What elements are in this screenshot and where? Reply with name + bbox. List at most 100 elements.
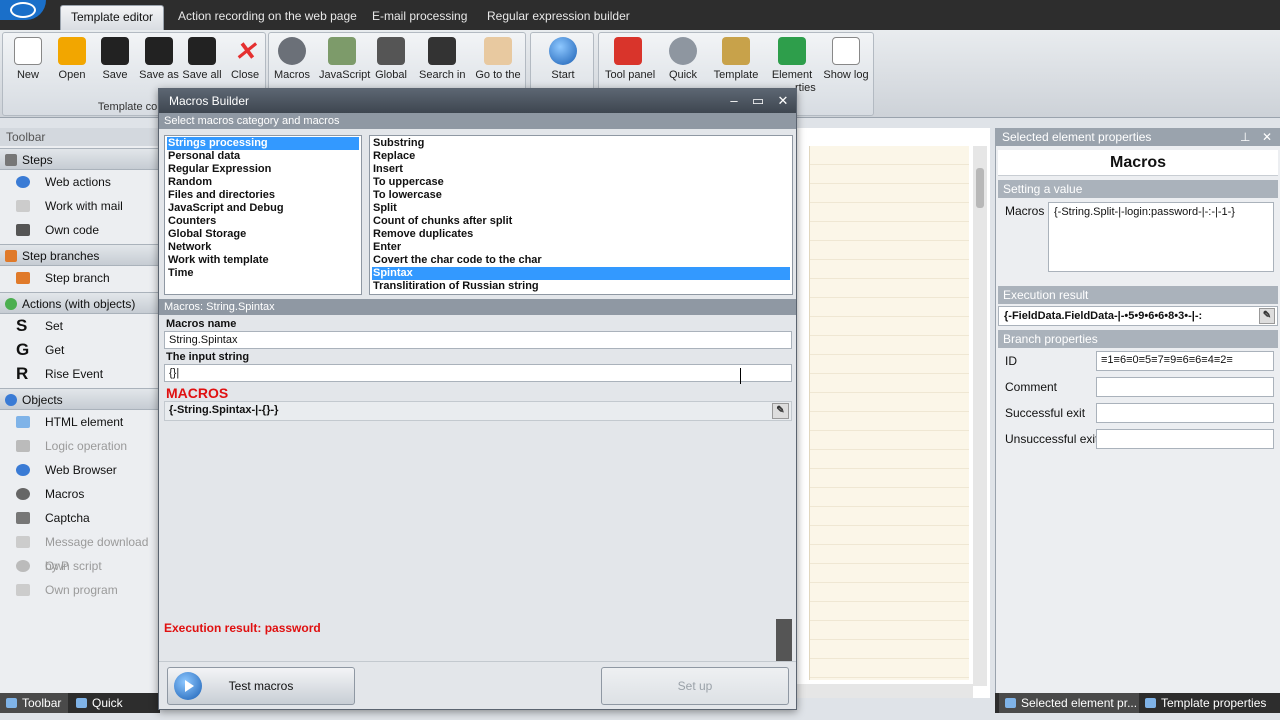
input-string-field[interactable]: {}| [164,364,792,382]
new-button[interactable]: New [5,37,51,81]
macro-list[interactable]: Substring Replace Insert To uppercase To… [369,135,793,295]
go-to-button[interactable]: Go to the [475,37,521,81]
tab-quick-macros[interactable]: Quick macros [70,693,160,720]
list-item[interactable]: To uppercase [372,176,790,189]
id-field[interactable]: ≡1≡6≡0≡5≡7≡9≡6≡6≡4≡2≡ [1096,351,1274,371]
toolbar-item-own-program[interactable]: Own program [0,578,159,602]
search-in-button[interactable]: Search in [419,37,465,81]
toolbar-item-work-with-mail[interactable]: Work with mail [0,194,159,218]
result-scrollbar[interactable] [776,619,792,661]
safe-icon [377,37,405,65]
app-logo-icon[interactable] [0,0,46,20]
macros-button[interactable]: Macros [269,37,315,81]
list-item[interactable]: Personal data [167,150,359,163]
show-log-button[interactable]: Show log [823,37,869,81]
list-splitter[interactable] [363,137,367,297]
tab-toolbar[interactable]: Toolbar [0,693,68,713]
list-item[interactable]: Files and directories [167,189,359,202]
list-item[interactable]: Work with template [167,254,359,267]
list-item[interactable]: To lowercase [372,189,790,202]
macros-value-field[interactable]: {-String.Split-|-login:password-|-:-|-1-… [1048,202,1274,272]
list-item[interactable]: Covert the char code to the char [372,254,790,267]
toolbar-item-own-script[interactable]: Own script [0,554,159,578]
toolbar-item-own-code[interactable]: Own code [0,218,159,242]
tab-email-processing[interactable]: E-mail processing [362,5,477,30]
list-item[interactable]: Random [167,176,359,189]
toolbar-item-logic-operation[interactable]: Logic operation [0,434,159,458]
category-list[interactable]: Strings processing Personal data Regular… [164,135,362,295]
pencil-icon[interactable]: ✎ [1259,308,1275,324]
tab-template-editor[interactable]: Template editor [60,5,165,30]
save-as-button[interactable]: Save as [136,37,182,81]
save-button[interactable]: Save [92,37,138,81]
quick-button[interactable]: Quick [660,37,706,81]
section-objects[interactable]: Objects [0,388,159,410]
toolbar-item-message-download[interactable]: Message download by P [0,530,159,573]
tab-regex-builder[interactable]: Regular expression builder [477,5,640,30]
toolbar-item-web-browser[interactable]: Web Browser [0,458,159,482]
horizontal-scrollbar[interactable] [797,684,973,698]
section-step-branches[interactable]: Step branches [0,244,159,266]
vertical-scrollbar[interactable] [973,146,987,686]
javascript-button[interactable]: JavaScript [319,37,370,81]
save-all-icon [188,37,216,65]
list-item[interactable]: Replace [372,150,790,163]
close-button[interactable]: ✕ Close [222,37,268,81]
save-icon [101,37,129,65]
tab-action-recording[interactable]: Action recording on the web page [168,5,367,30]
execution-result-field[interactable]: {-FieldData.FieldData-|-•5•9•6•6•8•3•-|-… [998,306,1278,326]
list-item[interactable]: JavaScript and Debug [167,202,359,215]
list-item[interactable]: Translitiration of Russian string [372,280,790,293]
toolbar-item-captcha[interactable]: Captcha [0,506,159,530]
template-button[interactable]: Template [713,37,759,81]
pencil-icon[interactable]: ✎ [772,403,789,419]
element-properties-button[interactable]: Element rties [769,37,816,94]
toolbar-item-html-element[interactable]: HTML element [0,410,159,434]
section-steps[interactable]: Steps [0,148,159,170]
scroll-thumb[interactable] [976,168,984,208]
tab-selected-element[interactable]: Selected element pr... [999,693,1139,713]
list-item[interactable]: Enter [372,241,790,254]
list-item[interactable]: Strings processing [167,137,359,150]
toolbar-item-set[interactable]: S Set [0,314,159,338]
list-item[interactable]: Substring [372,137,790,150]
list-item[interactable]: Time [167,267,359,280]
list-item[interactable]: Global Storage [167,228,359,241]
list-item[interactable]: Remove duplicates [372,228,790,241]
gears-icon [669,37,697,65]
list-item[interactable]: Network [167,241,359,254]
tab-template-properties[interactable]: Template properties [1139,693,1277,713]
save-all-button[interactable]: Save all [179,37,225,81]
template-editor-area[interactable] [796,128,990,698]
pin-icon[interactable]: ⊥ [1240,128,1250,146]
toolbar-item-web-actions[interactable]: Web actions [0,170,159,194]
list-item[interactable]: Split [372,202,790,215]
close-icon[interactable]: ✕ [772,89,794,113]
list-item[interactable]: Spintax [372,267,790,280]
list-item[interactable]: Count of chunks after split [372,215,790,228]
toolbar-item-get[interactable]: G Get [0,338,159,362]
globe-icon [16,176,30,188]
global-button[interactable]: Global [368,37,414,81]
html-element-icon [16,416,30,428]
macros-name-field[interactable]: String.Spintax [164,331,792,349]
macro-output-field[interactable]: {-String.Spintax-|-{}-} ✎ [164,401,792,421]
successful-exit-field[interactable] [1096,403,1274,423]
comment-field[interactable] [1096,377,1274,397]
start-button[interactable]: Start [540,37,586,81]
list-item[interactable]: Insert [372,163,790,176]
unsuccessful-exit-field[interactable] [1096,429,1274,449]
toolbar-item-macros[interactable]: Macros [0,482,159,506]
test-macros-button[interactable]: Test macros [167,667,355,705]
minimize-icon[interactable]: – [723,89,745,113]
close-icon[interactable]: ✕ [1262,128,1272,146]
list-item[interactable]: Regular Expression [167,163,359,176]
section-actions[interactable]: Actions (with objects) [0,292,159,314]
list-item[interactable]: Counters [167,215,359,228]
open-button[interactable]: Open [49,37,95,81]
maximize-icon[interactable]: ▭ [747,89,769,113]
toolbar-item-step-branch[interactable]: Step branch [0,266,159,290]
setup-button[interactable]: Set up [601,667,789,705]
toolbar-item-rise-event[interactable]: R Rise Event [0,362,159,386]
tool-panel-button[interactable]: Tool panel [605,37,655,81]
